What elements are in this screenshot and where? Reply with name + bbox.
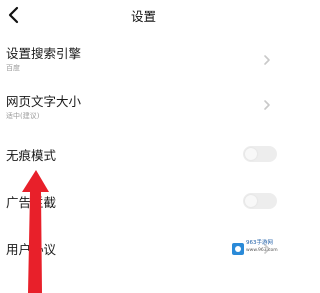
settings-row-font-size[interactable]: 网页文字大小 适中(建议) — [0, 86, 287, 132]
ad-block-label: 广告拦截 — [6, 195, 57, 210]
chevron-right-icon — [262, 99, 272, 111]
toggle-knob — [245, 195, 257, 207]
search-engine-label: 设置搜索引擎 — [6, 46, 82, 61]
settings-row-incognito: 无痕模式 — [0, 134, 287, 180]
settings-row-ad-block: 广告拦截 — [0, 182, 287, 228]
incognito-label: 无痕模式 — [6, 148, 57, 163]
search-engine-value: 百度 — [6, 64, 20, 72]
chevron-right-icon — [262, 54, 272, 66]
watermark-name: 963手游网 — [246, 240, 273, 246]
user-agreement-label: 用户协议 — [6, 242, 57, 257]
header-bar: 设置 — [0, 0, 287, 32]
toggle-knob — [245, 148, 257, 160]
page-title: 设置 — [130, 9, 156, 24]
ad-block-toggle[interactable] — [243, 193, 277, 209]
watermark-url: www.963.com — [246, 248, 278, 253]
incognito-toggle[interactable] — [243, 146, 277, 162]
watermark-icon — [232, 243, 244, 255]
settings-row-search-engine[interactable]: 设置搜索引擎 百度 — [0, 38, 287, 84]
font-size-label: 网页文字大小 — [6, 94, 82, 109]
font-size-value: 适中(建议) — [6, 112, 40, 120]
watermark-logo: 963手游网 www.963.com — [232, 240, 284, 258]
